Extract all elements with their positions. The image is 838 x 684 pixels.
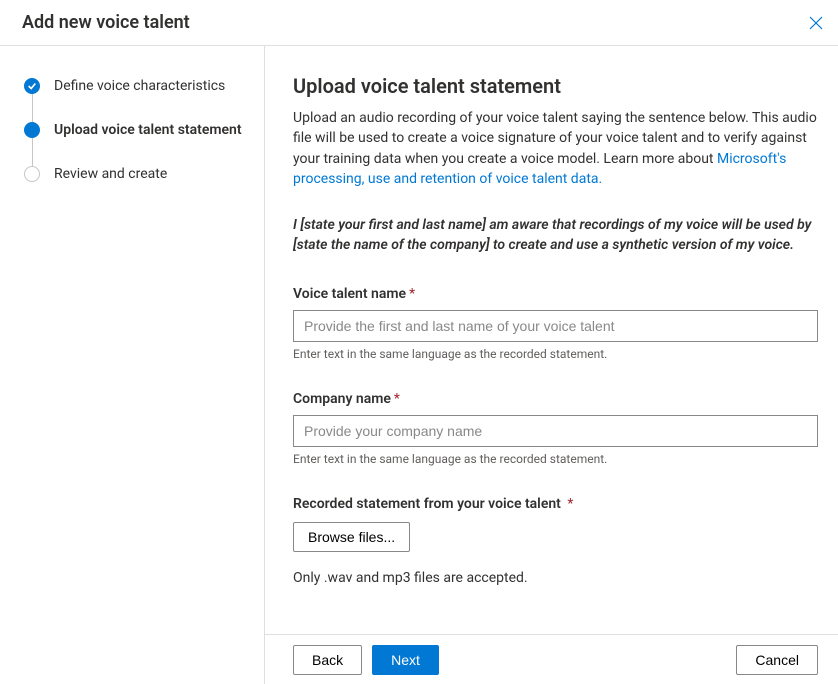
dialog-footer: Back Next Cancel <box>265 634 838 684</box>
company-name-input[interactable] <box>293 415 818 447</box>
back-button[interactable]: Back <box>293 645 362 675</box>
cancel-button[interactable]: Cancel <box>736 645 818 675</box>
step-connector <box>32 94 33 122</box>
next-button[interactable]: Next <box>372 645 439 675</box>
step-upload-statement[interactable]: Upload voice talent statement <box>24 122 248 138</box>
voice-talent-name-input[interactable] <box>293 310 818 342</box>
dialog-header: Add new voice talent <box>0 0 838 46</box>
steps-sidebar: Define voice characteristics Upload voic… <box>0 46 264 684</box>
browse-files-button[interactable]: Browse files... <box>293 522 410 552</box>
step-review-create[interactable]: Review and create <box>24 166 248 182</box>
step-define-characteristics[interactable]: Define voice characteristics <box>24 78 248 94</box>
page-title: Upload voice talent statement <box>293 74 818 98</box>
company-name-label: Company name <box>293 391 391 407</box>
recorded-statement-label: Recorded statement from your voice talen… <box>293 496 561 512</box>
page-description: Upload an audio recording of your voice … <box>293 108 818 189</box>
step-label: Review and create <box>54 166 167 182</box>
statement-text: I [state your first and last name] am aw… <box>293 215 818 256</box>
step-connector <box>32 138 33 166</box>
voice-talent-name-field: Voice talent name* Enter text in the sam… <box>293 286 818 361</box>
checkmark-icon <box>24 78 40 94</box>
main-content: Upload voice talent statement Upload an … <box>265 46 838 634</box>
file-format-hint: Only .wav and mp3 files are accepted. <box>293 570 818 586</box>
voice-talent-name-hint: Enter text in the same language as the r… <box>293 347 818 361</box>
dialog-title: Add new voice talent <box>22 12 190 33</box>
recorded-statement-field: Recorded statement from your voice talen… <box>293 496 818 586</box>
current-step-icon <box>24 122 40 138</box>
required-asterisk: * <box>394 391 400 407</box>
company-name-field: Company name* Enter text in the same lan… <box>293 391 818 466</box>
step-label: Upload voice talent statement <box>54 122 242 138</box>
required-asterisk: * <box>409 286 415 302</box>
required-asterisk: * <box>564 496 574 512</box>
upcoming-step-icon <box>24 166 40 182</box>
close-icon[interactable] <box>808 15 824 31</box>
step-label: Define voice characteristics <box>54 78 225 94</box>
company-name-hint: Enter text in the same language as the r… <box>293 452 818 466</box>
voice-talent-name-label: Voice talent name <box>293 286 406 302</box>
